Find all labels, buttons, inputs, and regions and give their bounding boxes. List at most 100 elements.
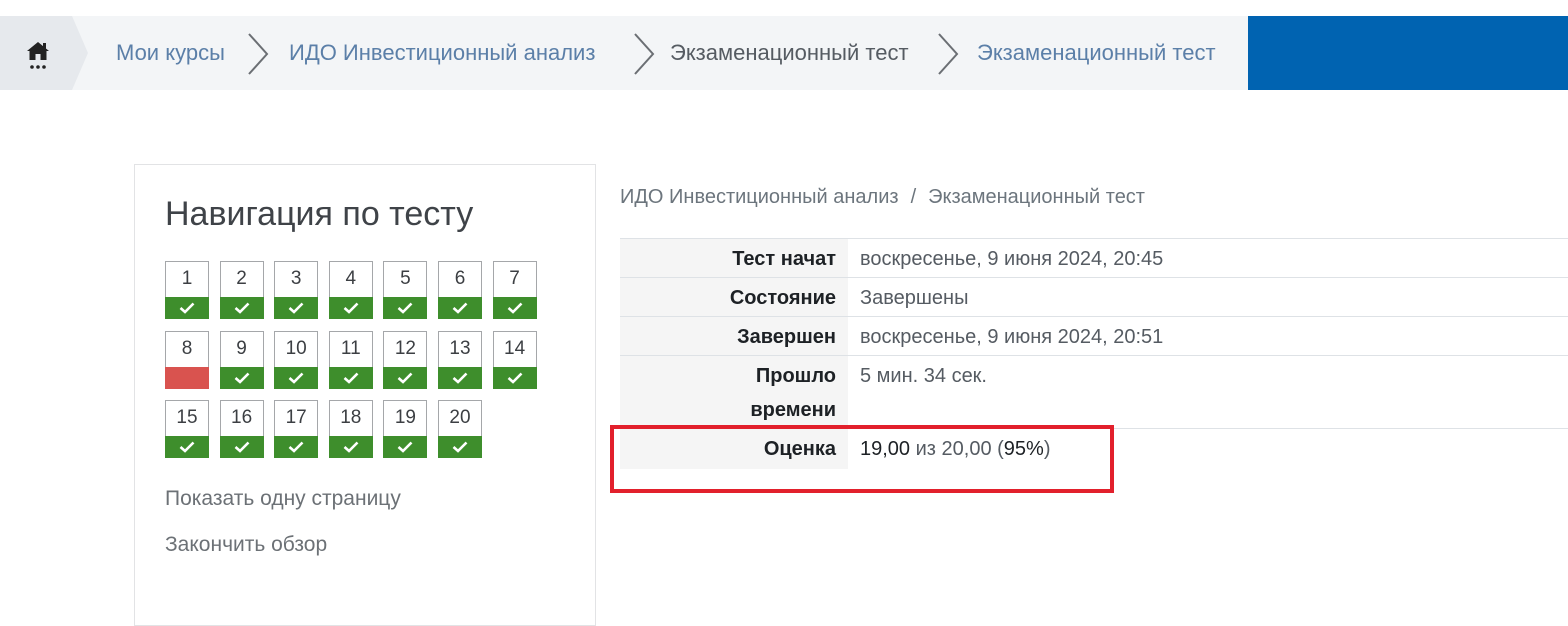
correct-status-bar: [328, 297, 373, 319]
question-number: 6: [454, 268, 466, 289]
checkmark-icon: [452, 441, 468, 453]
incorrect-status-bar: [165, 366, 209, 389]
question-number: 9: [236, 337, 247, 359]
quiz-navigation-panel: Навигация по тесту 1 2 3 4 5 6 7 8 9 10 11 12 13 14 15…: [134, 164, 596, 626]
time-label-line-2: времени: [750, 399, 836, 421]
correct-status-bar: [383, 436, 428, 458]
correct-status-bar: [219, 366, 264, 389]
grade-close: ): [1043, 438, 1051, 460]
question-number: 11: [340, 337, 361, 359]
question-number: 8: [181, 337, 193, 359]
breadcrumb-quiz-review[interactable]: Экзаменационный тест: [977, 16, 1216, 90]
attempt-summary-table: Тест начат воскресенье, 9 июня 2024, 20:…: [620, 238, 1568, 469]
question-button[interactable]: 19: [383, 400, 428, 458]
question-button[interactable]: 9: [219, 330, 264, 389]
question-number: 7: [509, 268, 520, 289]
show-one-page-link[interactable]: Показать одну страницу: [165, 487, 401, 511]
checkmark-icon: [234, 372, 250, 384]
question-button[interactable]: 15: [165, 400, 209, 458]
summary-row-state: Состояние Завершены: [620, 277, 1568, 316]
correct-status-bar: [219, 436, 264, 458]
correct-status-bar: [274, 366, 319, 389]
correct-status-bar: [438, 366, 482, 389]
course-path-quiz[interactable]: Экзаменационный тест: [928, 186, 1145, 208]
checkmark-icon: [343, 372, 359, 384]
correct-status-bar: [165, 297, 209, 319]
question-number: 15: [176, 407, 198, 428]
course-path-course[interactable]: ИДО Инвестиционный анализ: [620, 186, 899, 208]
checkmark-icon: [288, 302, 304, 314]
question-number: 1: [181, 268, 193, 289]
correct-status-bar: [383, 366, 428, 389]
breadcrumb-quiz: Экзаменационный тест: [670, 40, 909, 65]
summary-row-time: Прошло времени 5 мин. 34 сек.: [620, 355, 1568, 428]
question-button[interactable]: 2: [219, 261, 264, 319]
started-value: воскресенье, 9 июня 2024, 20:45: [860, 248, 1164, 270]
correct-status-bar: [438, 436, 482, 458]
breadcrumb-course[interactable]: ИДО Инвестиционный анализ: [289, 16, 595, 90]
grade-percent: 95%: [1003, 438, 1044, 460]
summary-row-completed: Завершен воскресенье, 9 июня 2024, 20:51: [620, 316, 1568, 355]
grade-value: 19,00 из 20,00 (95%): [860, 432, 1051, 466]
question-button[interactable]: 4: [328, 261, 373, 319]
breadcrumb: Мои курсы ИДО Инвестиционный анализ Экза…: [0, 16, 1248, 90]
grade-score: 19,00: [860, 438, 911, 460]
checkmark-icon: [507, 372, 523, 384]
summary-row-grade: Оценка 19,00 из 20,00 (95%): [620, 428, 1568, 469]
question-number: 3: [290, 268, 302, 289]
summary-row-started: Тест начат воскресенье, 9 июня 2024, 20:…: [620, 238, 1568, 277]
question-number: 5: [400, 268, 411, 289]
question-button[interactable]: 20: [438, 400, 482, 458]
question-button[interactable]: 6: [438, 261, 482, 319]
checkmark-icon: [398, 372, 413, 384]
question-number: 14: [504, 337, 526, 359]
question-button[interactable]: 3: [274, 261, 319, 319]
started-label: Тест начат: [620, 239, 848, 277]
home-icon: [27, 42, 49, 69]
checkmark-icon: [234, 302, 250, 314]
quiz-navigation-title: Навигация по тесту: [165, 195, 474, 233]
question-button[interactable]: 5: [383, 261, 428, 319]
breadcrumb-my-courses[interactable]: Мои курсы: [116, 16, 225, 90]
checkmark-icon: [288, 441, 304, 453]
question-number: 19: [394, 407, 416, 428]
correct-status-bar: [274, 297, 319, 319]
question-button[interactable]: 16: [219, 400, 264, 458]
correct-status-bar: [492, 366, 537, 389]
question-number: 17: [285, 407, 307, 428]
finish-review-link[interactable]: Закончить обзор: [165, 533, 327, 557]
question-button[interactable]: 18: [328, 400, 373, 458]
question-number: 20: [449, 407, 471, 428]
checkmark-icon: [234, 441, 250, 453]
question-number: 13: [449, 337, 471, 359]
question-button[interactable]: 8: [165, 330, 209, 389]
question-button[interactable]: 11: [328, 330, 373, 389]
checkmark-icon: [343, 441, 359, 453]
question-button[interactable]: 12: [383, 330, 428, 389]
state-value: Завершены: [860, 287, 969, 309]
question-button[interactable]: 13: [438, 330, 482, 389]
question-number: 2: [236, 268, 247, 289]
checkmark-icon: [179, 302, 195, 314]
checkmark-icon: [452, 372, 468, 384]
question-button[interactable]: 10: [274, 330, 319, 389]
correct-status-bar: [274, 436, 319, 458]
chevron-right-icon: [248, 33, 269, 75]
checkmark-icon: [452, 302, 468, 314]
question-button[interactable]: 7: [492, 261, 537, 319]
correct-status-bar: [328, 366, 373, 389]
chevron-right-icon: [634, 33, 655, 75]
question-button[interactable]: 1: [165, 261, 209, 319]
checkmark-icon: [179, 441, 195, 453]
state-label: Состояние: [620, 278, 848, 316]
course-path: ИДО Инвестиционный анализ / Экзаменационны…: [620, 186, 1145, 209]
home-button[interactable]: [0, 16, 72, 90]
header-blue-bar: [1248, 16, 1568, 90]
question-button[interactable]: 17: [274, 400, 319, 458]
question-button[interactable]: 14: [492, 330, 537, 389]
chevron-right-icon: [938, 33, 959, 75]
checkmark-icon: [343, 302, 359, 314]
checkmark-icon: [507, 302, 523, 314]
course-path-separator: /: [910, 186, 917, 208]
question-number: 10: [285, 337, 307, 359]
